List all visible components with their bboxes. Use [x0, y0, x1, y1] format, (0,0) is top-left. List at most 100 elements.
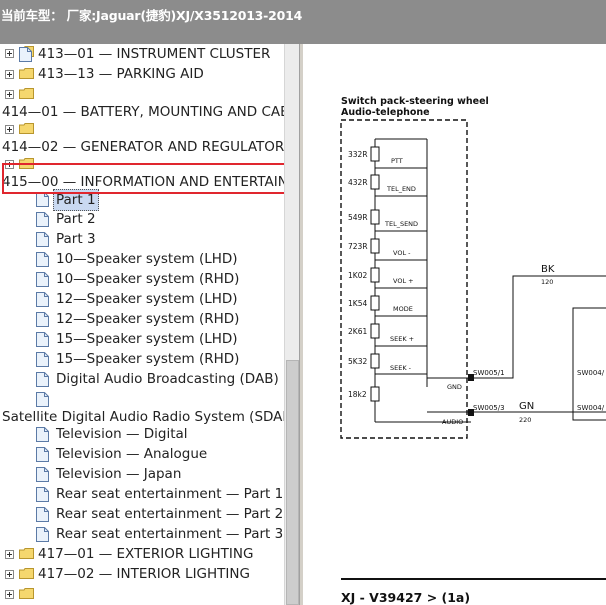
- document-icon: [36, 372, 49, 387]
- resistor-ladder: [370, 146, 380, 402]
- tree-item-label: Rear seat entertainment — Part 1: [56, 486, 284, 502]
- document-icon: [36, 427, 49, 442]
- document-icon: [19, 47, 32, 62]
- label-432r: 432R: [348, 178, 368, 187]
- label-sw004-1: SW004/: [577, 369, 605, 377]
- tree-item-label: 413—13 — PARKING AID: [38, 66, 204, 82]
- expand-icon[interactable]: [5, 90, 14, 99]
- tree-item-label: Television — Japan: [56, 466, 182, 482]
- resistor-1k54: [370, 295, 380, 311]
- tree-view[interactable]: 413—01 — INSTRUMENT CLUSTER 413—13 — PAR…: [0, 44, 284, 605]
- document-icon: [36, 252, 49, 267]
- resistor-332r: [370, 146, 380, 162]
- tree-item-label: Rear seat entertainment — Part 2: [56, 506, 284, 522]
- expand-icon[interactable]: [5, 125, 14, 134]
- resistor-18k2: [370, 386, 380, 402]
- switch-rungs: [375, 167, 427, 375]
- folder-icon: [19, 568, 34, 579]
- tree-item-label: 15—Speaker system (RHD): [56, 351, 240, 367]
- highlight-annotation: [2, 163, 284, 194]
- tree-item-414-02[interactable]: 414—02 — GENERATOR AND REGULATOR: [2, 137, 284, 157]
- tree-item-label: Rear seat entertainment — Part 3: [56, 526, 284, 542]
- switch-mode: MODE: [393, 305, 413, 313]
- tree-item-label: Part 2: [56, 211, 96, 227]
- diagram-title-2: Audio-telephone: [341, 107, 430, 118]
- switch-tel-end: TEL_END: [386, 185, 416, 193]
- document-icon: [36, 487, 49, 502]
- diagram-title-1: Switch pack-steering wheel: [341, 96, 489, 107]
- document-icon: [36, 292, 49, 307]
- document-icon: [36, 332, 49, 347]
- scrollbar-thumb[interactable]: [286, 360, 299, 605]
- document-icon: [36, 272, 49, 287]
- document-icon: [36, 447, 49, 462]
- expand-icon[interactable]: [5, 570, 14, 579]
- resistor-723r: [370, 238, 380, 254]
- label-723r: 723R: [348, 242, 368, 251]
- tree-item-label: 417—02 — INTERIOR LIGHTING: [38, 566, 250, 582]
- document-icon: [36, 352, 49, 367]
- switch-vol-plus: VOL +: [393, 277, 414, 285]
- folder-icon: [19, 88, 34, 99]
- wire-gn-code: 220: [519, 416, 531, 424]
- resistor-549r: [370, 209, 380, 225]
- expand-icon[interactable]: [5, 49, 14, 58]
- tree-scrollbar[interactable]: [284, 44, 300, 605]
- expand-icon[interactable]: [5, 590, 14, 599]
- label-2k61: 2K61: [348, 327, 367, 336]
- switch-tel-send: TEL_SEND: [384, 220, 418, 228]
- tree-item-label: 10—Speaker system (LHD): [56, 251, 238, 267]
- diagram-footer: XJ - V39427 > (1a): [341, 590, 470, 605]
- document-icon: [36, 467, 49, 482]
- wire-bk-label: BK: [541, 264, 555, 275]
- switch-seek-minus: SEEK -: [390, 364, 412, 372]
- label-5k32: 5K32: [348, 357, 367, 366]
- tree-item-label: 12—Speaker system (RHD): [56, 311, 240, 327]
- pin-gnd: GND: [447, 383, 462, 391]
- tree-item-label: 413—01 — INSTRUMENT CLUSTER: [38, 46, 271, 62]
- document-icon: [36, 192, 49, 207]
- tree-item-label: 417—01 — EXTERIOR LIGHTING: [38, 546, 254, 562]
- tree-item-label: 10—Speaker system (RHD): [56, 271, 240, 287]
- label-sw005-1: SW005/1: [473, 369, 505, 377]
- document-icon: [36, 232, 49, 247]
- wire-bk-code: 120: [541, 278, 553, 286]
- label-sw005-3: SW005/3: [473, 404, 505, 412]
- tree-item-label: 414—02 — GENERATOR AND REGULATOR: [2, 139, 284, 155]
- folder-icon: [19, 548, 34, 559]
- tree-item-label: Satellite Digital Audio Radio System (SD…: [2, 409, 284, 425]
- label-sw004-2: SW004/: [577, 404, 605, 412]
- wiring-diagram: Switch pack-steering wheel Audio-telepho…: [340, 96, 606, 605]
- resistor-1k02: [370, 267, 380, 283]
- label-1k54: 1K54: [348, 299, 367, 308]
- resistor-5k32: [370, 353, 380, 369]
- label-18k2: 18k2: [348, 390, 367, 399]
- tree-item-label: 414—01 — BATTERY, MOUNTING AND CABL: [2, 104, 284, 120]
- resistor-2k61: [370, 323, 380, 339]
- document-icon: [36, 212, 49, 227]
- tree-item-label: 12—Speaker system (LHD): [56, 291, 238, 307]
- label-549r: 549R: [348, 213, 368, 222]
- expand-icon[interactable]: [5, 550, 14, 559]
- document-icon: [36, 392, 49, 407]
- tree-item-414-01[interactable]: 414—01 — BATTERY, MOUNTING AND CABL: [2, 102, 284, 122]
- tree-item-label: Part 3: [56, 231, 96, 247]
- wire-gn-label: GN: [519, 401, 534, 412]
- pin-audio: AUDIO: [442, 418, 463, 426]
- document-icon: [36, 507, 49, 522]
- switch-vol-minus: VOL -: [393, 249, 411, 257]
- wiring-diagram-pane[interactable]: Switch pack-steering wheel Audio-telepho…: [303, 44, 606, 605]
- switch-ptt: PTT: [391, 157, 403, 165]
- tree-item-label: Television — Analogue: [56, 446, 208, 462]
- switch-seek-plus: SEEK +: [390, 335, 414, 343]
- tree-item-label: 15—Speaker system (LHD): [56, 331, 238, 347]
- wire-bk: [474, 275, 606, 379]
- resistor-432r: [370, 174, 380, 190]
- folder-icon: [19, 68, 34, 79]
- expand-icon[interactable]: [5, 70, 14, 79]
- window-title: 当前车型： 厂家:Jaguar(捷豹)XJ/X3512013-2014: [1, 8, 303, 23]
- document-icon: [36, 312, 49, 327]
- folder-icon: [19, 123, 34, 134]
- label-1k02: 1K02: [348, 271, 367, 280]
- label-332r: 332R: [348, 150, 368, 159]
